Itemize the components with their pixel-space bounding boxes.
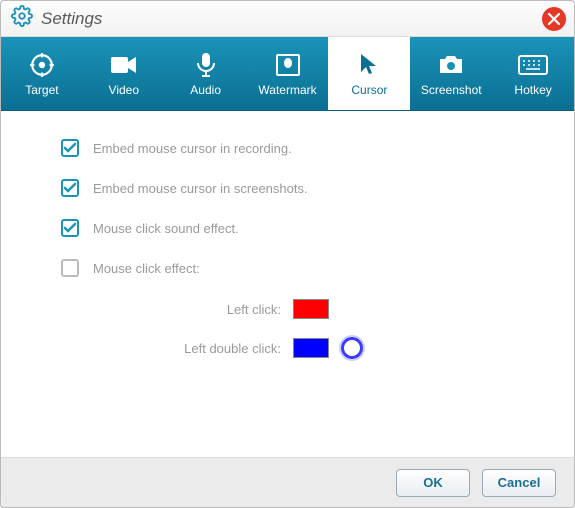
close-icon [548,13,560,25]
window-title: Settings [41,9,102,29]
microphone-icon [195,51,217,79]
left-double-click-color-swatch[interactable] [293,338,329,358]
dialog-footer: OK Cancel [1,457,574,507]
option-click-effect: Mouse click effect: [61,259,534,277]
watermark-icon [275,51,301,79]
option-label: Embed mouse cursor in recording. [93,141,292,156]
camera-icon [437,51,465,79]
left-click-color-swatch[interactable] [293,299,329,319]
tab-hotkey[interactable]: Hotkey [492,37,574,110]
left-double-click-color-row: Left double click: [121,337,534,359]
option-embed-recording: Embed mouse cursor in recording. [61,139,534,157]
checkbox-sound-effect[interactable] [61,219,79,237]
tab-label: Target [25,83,58,97]
cursor-icon [358,51,380,79]
settings-window: Settings Target Video Audio Watermark Cu… [0,0,575,508]
check-icon [63,141,77,155]
color-label: Left click: [121,302,281,317]
tab-label: Cursor [351,83,387,97]
close-button[interactable] [542,7,566,31]
tab-video[interactable]: Video [83,37,165,110]
checkbox-click-effect[interactable] [61,259,79,277]
keyboard-icon [518,51,548,79]
gear-icon [11,5,33,32]
target-icon [29,51,55,79]
ok-button[interactable]: OK [396,469,470,497]
video-icon [110,51,138,79]
cancel-button[interactable]: Cancel [482,469,556,497]
tab-cursor[interactable]: Cursor [328,37,410,110]
tab-label: Watermark [258,83,316,97]
tab-audio[interactable]: Audio [165,37,247,110]
option-label: Embed mouse cursor in screenshots. [93,181,308,196]
tab-label: Screenshot [421,83,482,97]
checkbox-embed-recording[interactable] [61,139,79,157]
settings-content: Embed mouse cursor in recording. Embed m… [1,111,574,457]
tab-target[interactable]: Target [1,37,83,110]
tab-screenshot[interactable]: Screenshot [410,37,492,110]
left-click-color-row: Left click: [121,299,534,319]
titlebar: Settings [1,1,574,37]
option-label: Mouse click effect: [93,261,200,276]
color-label: Left double click: [121,341,281,356]
checkbox-embed-screenshots[interactable] [61,179,79,197]
option-sound-effect: Mouse click sound effect. [61,219,534,237]
tab-label: Video [109,83,139,97]
tab-bar: Target Video Audio Watermark Cursor Scre… [1,37,574,111]
check-icon [63,181,77,195]
tab-label: Hotkey [514,83,551,97]
option-label: Mouse click sound effect. [93,221,239,236]
check-icon [63,221,77,235]
ring-preview-icon [341,337,363,359]
tab-watermark[interactable]: Watermark [247,37,329,110]
option-embed-screenshots: Embed mouse cursor in screenshots. [61,179,534,197]
tab-label: Audio [190,83,221,97]
